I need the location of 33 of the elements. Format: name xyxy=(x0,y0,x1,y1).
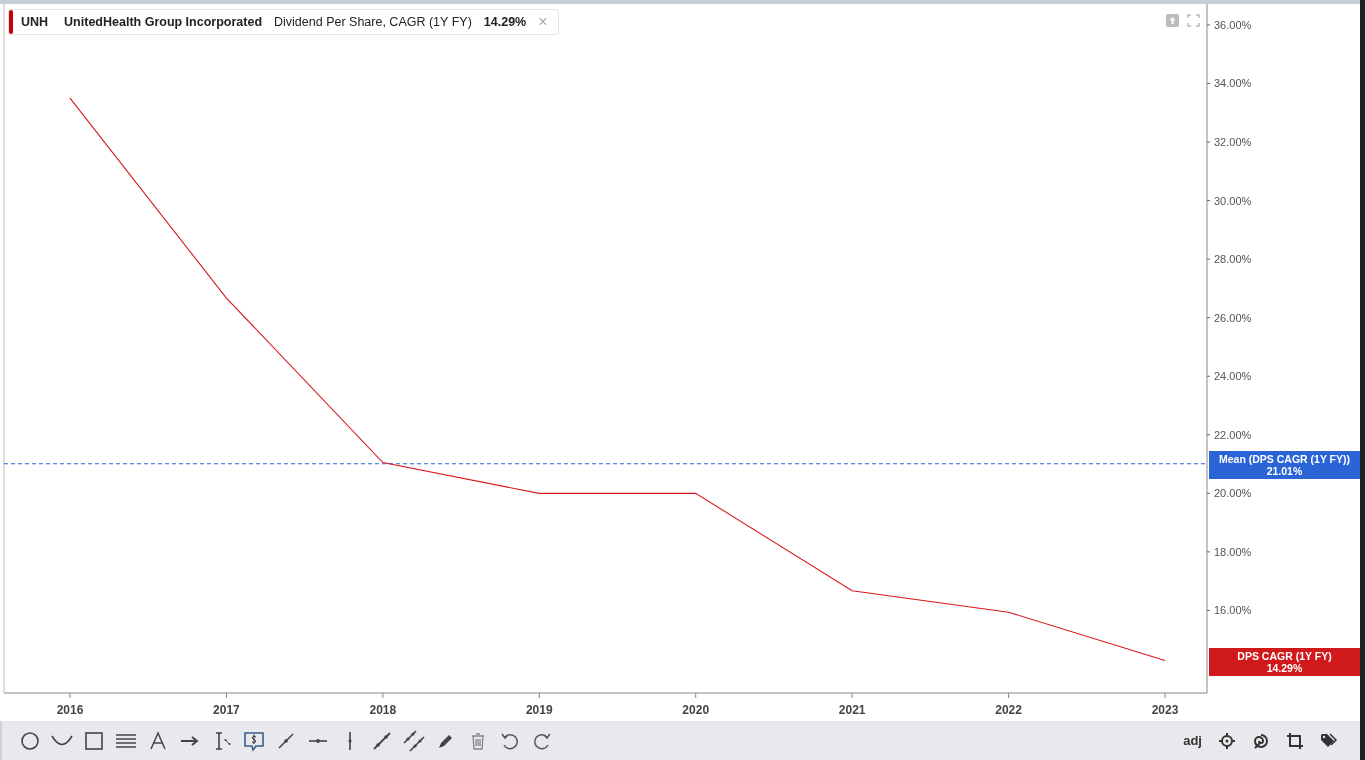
axis-label: 22.00% xyxy=(1214,428,1252,441)
badge-value: 14.29% xyxy=(1265,661,1303,674)
axis-label: 2023 xyxy=(1151,703,1179,717)
axis-label: 28.00% xyxy=(1214,253,1252,266)
axis-label: 26.00% xyxy=(1214,311,1252,324)
axis-label: 18.00% xyxy=(1214,545,1252,558)
crop-icon[interactable] xyxy=(1286,731,1304,750)
tags-icon[interactable] xyxy=(1320,731,1338,750)
axis-label: 32.00% xyxy=(1214,136,1252,148)
axis-label: 36.00% xyxy=(1214,18,1252,31)
spiral-icon[interactable] xyxy=(1252,731,1270,750)
axis-label: 2019 xyxy=(525,703,553,717)
badge-title: Mean (DPS CAGR (1Y FY)) xyxy=(1217,452,1352,465)
axis-label: 2017 xyxy=(213,703,240,717)
axis-label: 2022 xyxy=(995,703,1022,717)
axis-label: 2016 xyxy=(56,703,84,717)
axis-label: 34.00% xyxy=(1214,77,1252,90)
axis-label: 30.00% xyxy=(1214,194,1252,207)
axis-label: 2020 xyxy=(682,703,710,717)
metric-name: Dividend Per Share, CAGR (1Y FY) xyxy=(274,13,472,31)
company-name: UnitedHealth Group Incorporated xyxy=(64,13,263,31)
axis-label: 24.00% xyxy=(1214,370,1252,383)
badge-title: DPS CAGR (1Y FY) xyxy=(1236,649,1333,662)
axis-label: 2021 xyxy=(838,703,866,717)
badge-value: 21.01% xyxy=(1266,464,1304,477)
axis-label: 16.00% xyxy=(1214,604,1252,617)
axis-label: 20.00% xyxy=(1214,487,1252,500)
ticker-label: UNH xyxy=(21,13,49,31)
metric-value: 14.29% xyxy=(483,13,527,31)
crosshair-icon[interactable] xyxy=(1218,731,1236,750)
parallel-lines-icon[interactable] xyxy=(402,728,426,753)
axis-label: 2018 xyxy=(369,703,397,717)
adjust-button[interactable]: adj xyxy=(1183,730,1202,751)
